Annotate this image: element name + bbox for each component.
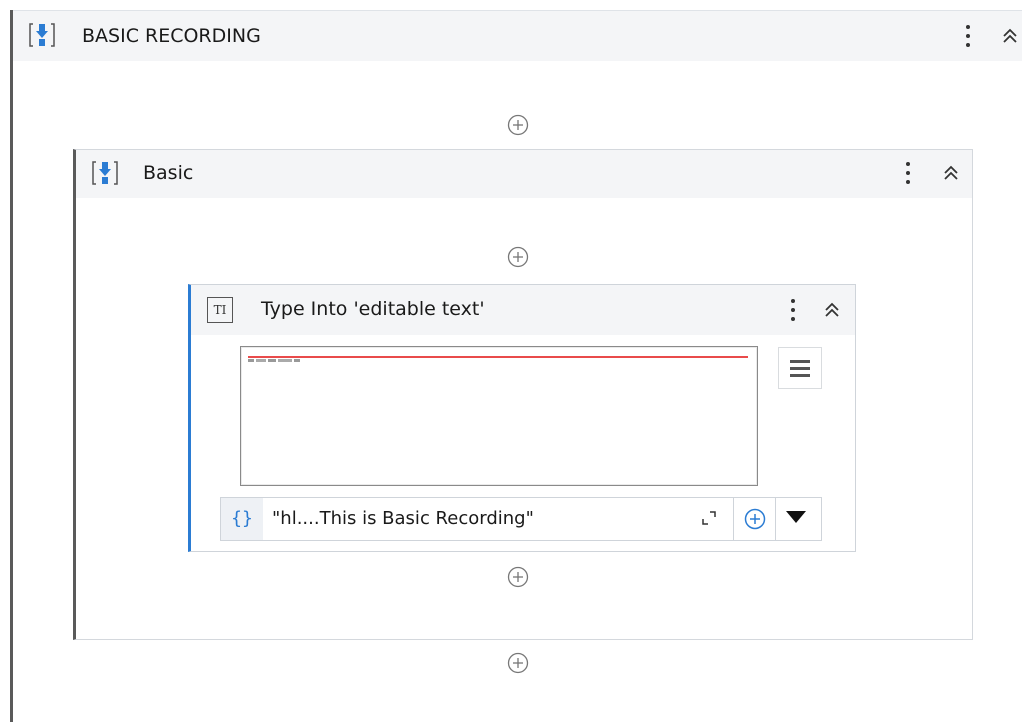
add-activity-icon[interactable]: [507, 566, 529, 588]
inner-sequence-title: Basic: [143, 162, 194, 184]
target-element-preview[interactable]: [240, 346, 758, 486]
text-value[interactable]: "hl....This is Basic Recording": [272, 508, 534, 529]
preview-thumbnail-text: [248, 349, 318, 362]
type-into-icon: TI: [207, 297, 233, 323]
hamburger-menu-icon[interactable]: [778, 347, 822, 389]
expand-editor-icon[interactable]: [701, 510, 717, 526]
dropdown-arrow-icon[interactable]: [786, 511, 806, 523]
inner-collapse-icon[interactable]: [941, 163, 961, 183]
activity-collapse-icon[interactable]: [822, 300, 842, 320]
outer-more-options-icon[interactable]: [960, 22, 976, 50]
activity-title: Type Into 'editable text': [261, 298, 485, 320]
add-activity-icon[interactable]: [507, 114, 529, 136]
field-divider: [775, 498, 776, 540]
inner-more-options-icon[interactable]: [900, 159, 916, 187]
activity-more-options-icon[interactable]: [785, 296, 801, 324]
sequence-icon: [91, 159, 119, 187]
field-add-icon[interactable]: [744, 508, 766, 530]
field-divider: [733, 498, 734, 540]
add-activity-icon[interactable]: [507, 652, 529, 674]
expression-braces-icon[interactable]: {}: [221, 498, 263, 540]
selection-indicator-line: [248, 356, 748, 358]
outer-sequence-rail: [10, 10, 13, 722]
outer-collapse-icon[interactable]: [1000, 26, 1020, 46]
outer-sequence-title: BASIC RECORDING: [82, 25, 261, 47]
add-activity-icon[interactable]: [507, 246, 529, 268]
inner-sequence-header[interactable]: [76, 150, 972, 198]
sequence-icon: [28, 21, 56, 49]
